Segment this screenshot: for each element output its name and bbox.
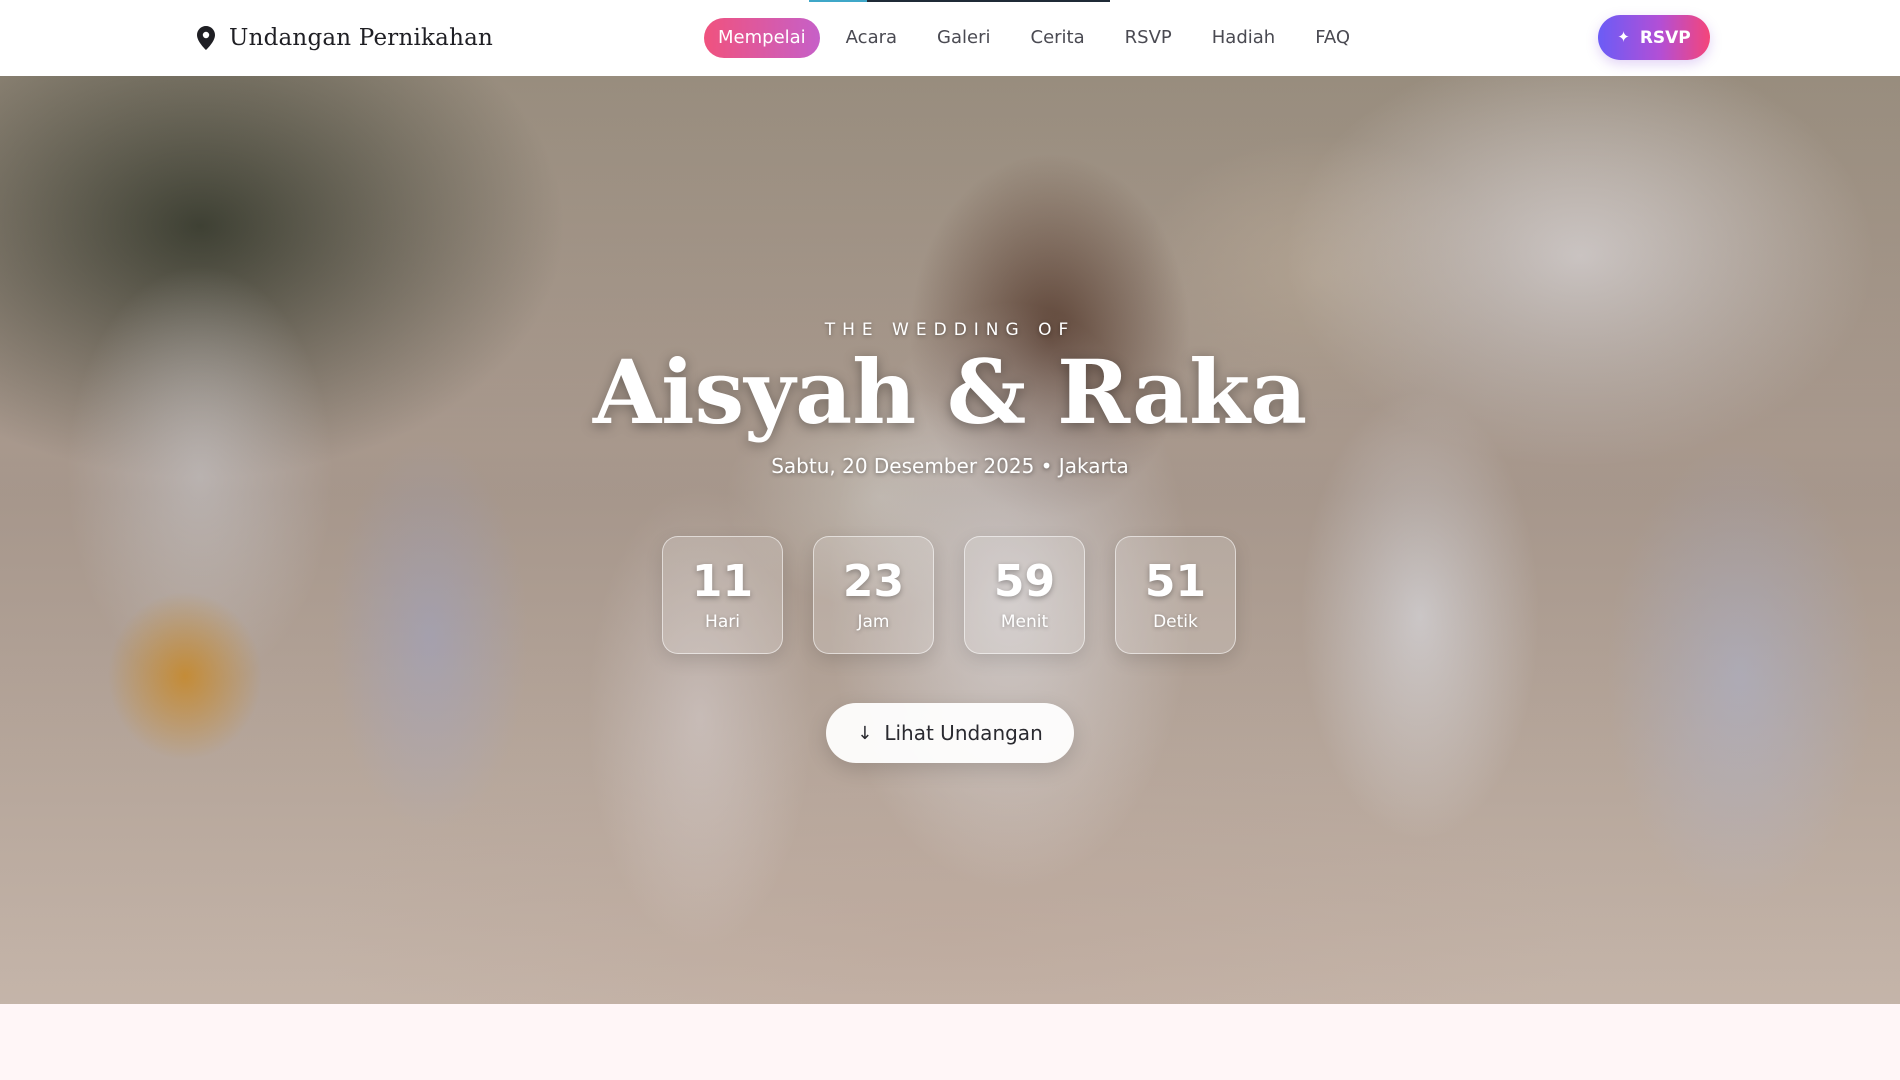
nav-item-hadiah[interactable]: Hadiah xyxy=(1192,18,1295,58)
couple-names: Aisyah & Raka xyxy=(592,340,1308,444)
map-pin-icon xyxy=(197,26,215,50)
hero-section: THE WEDDING OF Aisyah & Raka Sabtu, 20 D… xyxy=(0,76,1900,1004)
event-date-location: Sabtu, 20 Desember 2025 • Jakarta xyxy=(771,454,1129,478)
rsvp-button-label: RSVP xyxy=(1639,27,1691,48)
rsvp-button[interactable]: ✦ RSVP xyxy=(1598,15,1710,60)
nav-item-acara[interactable]: Acara xyxy=(826,18,917,58)
nav-item-cerita[interactable]: Cerita xyxy=(1011,18,1105,58)
countdown-label: Detik xyxy=(1153,612,1198,633)
hero-kicker: THE WEDDING OF xyxy=(824,320,1076,340)
top-progress-line-accent xyxy=(809,0,867,2)
next-section-background xyxy=(0,1004,1900,1080)
countdown-label: Jam xyxy=(857,612,890,633)
brand[interactable]: Undangan Pernikahan xyxy=(197,20,493,56)
countdown-seconds: 51 Detik xyxy=(1115,536,1236,654)
nav-item-rsvp[interactable]: RSVP xyxy=(1105,18,1192,58)
view-invitation-label: Lihat Undangan xyxy=(884,721,1043,745)
nav-item-mempelai[interactable]: Mempelai xyxy=(704,18,820,58)
countdown-label: Menit xyxy=(1000,612,1049,633)
sparkle-icon: ✦ xyxy=(1617,28,1630,46)
countdown-value: 23 xyxy=(842,555,905,607)
nav-item-faq[interactable]: FAQ xyxy=(1295,18,1370,58)
main-nav: Mempelai Acara Galeri Cerita RSVP Hadiah… xyxy=(704,18,1370,58)
hero-content: THE WEDDING OF Aisyah & Raka Sabtu, 20 D… xyxy=(0,76,1900,1004)
nav-item-galeri[interactable]: Galeri xyxy=(917,18,1010,58)
countdown: 11 Hari 23 Jam 59 Menit 51 Detik xyxy=(662,536,1238,654)
brand-title: Undangan Pernikahan xyxy=(229,25,494,51)
view-invitation-button[interactable]: ↓ Lihat Undangan xyxy=(826,703,1074,763)
top-navbar: Undangan Pernikahan Mempelai Acara Galer… xyxy=(0,0,1900,76)
countdown-minutes: 59 Menit xyxy=(964,536,1085,654)
countdown-hours: 23 Jam xyxy=(813,536,934,654)
countdown-value: 11 xyxy=(691,555,754,607)
arrow-down-icon: ↓ xyxy=(857,722,873,744)
countdown-label: Hari xyxy=(705,612,740,633)
countdown-value: 51 xyxy=(1144,555,1207,607)
countdown-days: 11 Hari xyxy=(662,536,783,654)
countdown-value: 59 xyxy=(993,555,1056,607)
